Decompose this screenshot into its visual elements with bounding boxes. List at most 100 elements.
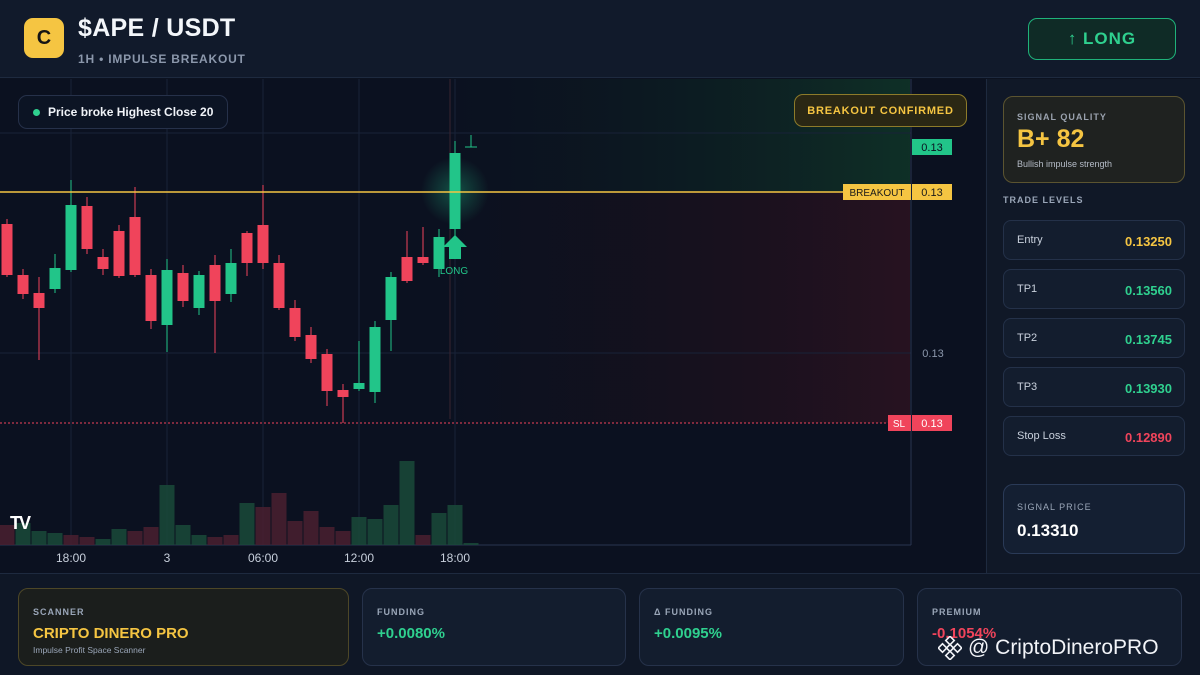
- candle-body: [145, 275, 157, 321]
- tradingview-logo-icon: TV: [10, 513, 31, 533]
- right-panel: SIGNAL QUALITY B+ 82 Bullish impulse str…: [986, 79, 1200, 573]
- volume-bar: [63, 535, 79, 545]
- candle-body: [113, 231, 125, 276]
- price-broke-pill: Price broke Highest Close 20: [18, 95, 229, 129]
- volume-bar: [239, 503, 255, 545]
- bottom-stats-bar: SCANNER CRIPTO DINERO PRO Impulse Profit…: [0, 573, 1200, 675]
- volume-bar: [415, 535, 431, 545]
- time-label-1: 3: [164, 551, 171, 565]
- candle-body: [129, 217, 141, 275]
- candle-body: [433, 237, 445, 269]
- candle-body: [385, 277, 397, 320]
- scanner-name: CRIPTO DINERO PRO: [33, 625, 189, 642]
- level-name: TP3: [1017, 381, 1038, 393]
- funding-card: FUNDING +0.0080%: [362, 588, 626, 666]
- breakout-tag-label: BREAKOUT: [849, 188, 904, 199]
- level-entry: Entry 0.13250: [1003, 220, 1185, 260]
- volume-bar: [223, 535, 239, 545]
- breakout-price-label: 0.13: [921, 187, 942, 199]
- sl-price-label: 0.13: [921, 418, 942, 430]
- volume-bar: [31, 531, 47, 545]
- candle-body: [401, 257, 413, 281]
- candle-body: [257, 225, 269, 263]
- level-tp1: TP1 0.13560: [1003, 269, 1185, 309]
- candle-body: [273, 263, 285, 308]
- volume-bar: [143, 527, 159, 545]
- candle-body: [193, 275, 205, 308]
- volume-bar: [95, 539, 111, 545]
- volume-bar: [127, 531, 143, 545]
- volume-bar: [159, 485, 175, 545]
- level-stop-loss: Stop Loss 0.12890: [1003, 416, 1185, 456]
- candle-body: [161, 270, 173, 325]
- watermark-text: @ CriptoDineroPRO: [968, 636, 1159, 659]
- candle-body: [1, 224, 13, 275]
- time-label-0: 18:00: [56, 551, 86, 565]
- scanner-card: SCANNER CRIPTO DINERO PRO Impulse Profit…: [18, 588, 349, 666]
- candle-body: [65, 205, 77, 270]
- trade-levels-title: TRADE LEVELS: [1003, 195, 1084, 205]
- volume-bar: [79, 537, 95, 545]
- signal-quality-label: SIGNAL QUALITY: [1017, 112, 1107, 122]
- time-label-4: 18:00: [440, 551, 470, 565]
- header: C $APE / USDT 1H • IMPULSE BREAKOUT ↑ LO…: [0, 0, 1200, 78]
- volume-bar: [463, 543, 479, 545]
- time-label-2: 06:00: [248, 551, 278, 565]
- level-value: 0.13250: [1125, 234, 1172, 249]
- level-value: 0.13560: [1125, 283, 1172, 298]
- candle-body: [369, 327, 381, 392]
- level-value: 0.13745: [1125, 332, 1172, 347]
- volume-bar: [47, 533, 63, 545]
- signal-quality-desc: Bullish impulse strength: [1017, 159, 1113, 169]
- level-name: TP1: [1017, 283, 1038, 295]
- candle-body: [49, 268, 61, 289]
- breakout-confirmed-badge: BREAKOUT CONFIRMED: [794, 94, 967, 127]
- volume-bar: [431, 513, 447, 545]
- long-button[interactable]: ↑ LONG: [1028, 18, 1176, 60]
- funding-label: FUNDING: [377, 607, 425, 617]
- signal-quality-card: SIGNAL QUALITY B+ 82 Bullish impulse str…: [1003, 96, 1185, 183]
- candle-body: [417, 257, 429, 263]
- volume-bar: [319, 527, 335, 545]
- candle-body: [17, 275, 29, 294]
- delta-funding-label: Δ FUNDING: [654, 607, 713, 617]
- top-price-label: 0.13: [921, 142, 942, 154]
- volume-bar: [303, 511, 319, 545]
- volume-bar: [207, 537, 223, 545]
- candle-body: [305, 335, 317, 359]
- candle-body: [225, 263, 237, 294]
- level-tp2: TP2 0.13745: [1003, 318, 1185, 358]
- coin-icon: C: [24, 18, 64, 58]
- volume-bar: [191, 535, 207, 545]
- volume-bar: [175, 525, 191, 545]
- volume-bar: [367, 519, 383, 545]
- candle-body: [33, 293, 45, 308]
- level-value: 0.13930: [1125, 381, 1172, 396]
- signal-quality-grade: B+ 82: [1017, 125, 1085, 153]
- premium-label: PREMIUM: [932, 607, 982, 617]
- delta-funding-card: Δ FUNDING +0.0095%: [639, 588, 904, 666]
- level-value: 0.12890: [1125, 430, 1172, 445]
- price-broke-text: Price broke Highest Close 20: [48, 105, 214, 119]
- candle-body: [337, 390, 349, 397]
- candle-body: [81, 206, 93, 249]
- risk-zone: [450, 192, 910, 423]
- price-chart[interactable]: LONG 0.13 BREAKOUT 0.13 0.13 SL 0.13 18:…: [0, 79, 985, 573]
- candle-body: [209, 265, 221, 301]
- mid-price-label: 0.13: [922, 348, 943, 360]
- sl-tag-label: SL: [893, 419, 906, 430]
- volume-bar: [351, 517, 367, 545]
- volume-bar: [271, 493, 287, 545]
- candle-body: [289, 308, 301, 337]
- level-name: Stop Loss: [1017, 430, 1066, 442]
- level-name: Entry: [1017, 234, 1043, 246]
- candle-body: [177, 273, 189, 301]
- candle-body: [353, 383, 365, 389]
- volume-bar: [287, 521, 303, 545]
- long-marker-label: LONG: [440, 266, 469, 277]
- status-dot-icon: [33, 108, 40, 116]
- binance-logo-icon: [938, 636, 962, 660]
- volume-bar: [255, 507, 271, 545]
- pair-title: $APE / USDT: [78, 14, 236, 42]
- volume-bar: [111, 529, 127, 545]
